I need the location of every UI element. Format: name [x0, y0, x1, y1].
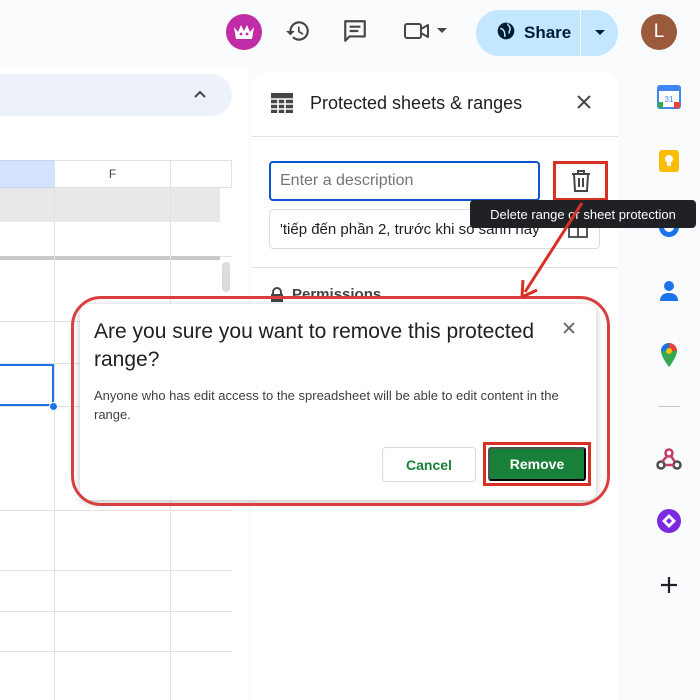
- table-icon: [270, 92, 294, 119]
- grid-line: [0, 651, 232, 652]
- meet-chevron-down-icon[interactable]: [432, 16, 452, 46]
- chevron-up-icon[interactable]: [192, 86, 208, 107]
- divider: [252, 267, 618, 268]
- dialog-title: Are you sure you want to remove this pro…: [94, 320, 535, 371]
- share-label: Share: [524, 23, 572, 42]
- divider: [252, 136, 618, 137]
- add-icon[interactable]: [656, 572, 682, 598]
- panel-title: Protected sheets & ranges: [310, 93, 523, 113]
- close-icon[interactable]: [576, 94, 592, 115]
- keep-icon[interactable]: [656, 148, 682, 174]
- cancel-button[interactable]: Cancel: [382, 447, 476, 482]
- tooltip: Delete range or sheet protection: [470, 200, 696, 228]
- contacts-icon[interactable]: [656, 278, 682, 304]
- webhook-icon[interactable]: [656, 446, 682, 472]
- close-icon[interactable]: [562, 321, 576, 340]
- permissions-label: Permissions: [292, 286, 382, 303]
- description-input[interactable]: [269, 161, 540, 201]
- remove-protection-dialog: Are you sure you want to remove this pro…: [80, 304, 596, 500]
- svg-text:31: 31: [665, 95, 674, 104]
- selected-cell[interactable]: [0, 364, 54, 406]
- comments-icon[interactable]: [340, 16, 370, 46]
- share-main-button[interactable]: Share: [476, 10, 580, 56]
- delete-protection-button[interactable]: [553, 161, 608, 201]
- trash-icon: [571, 170, 590, 192]
- avatar[interactable]: L: [641, 14, 677, 50]
- calendar-icon[interactable]: 31: [656, 84, 682, 110]
- globe-icon: [496, 21, 516, 46]
- addon-icon[interactable]: [656, 508, 682, 534]
- version-history-icon[interactable]: [283, 16, 313, 46]
- grid-line: [0, 570, 232, 571]
- extension-avatar-icon[interactable]: [226, 14, 262, 50]
- formula-bar[interactable]: [0, 74, 232, 116]
- lock-icon: [271, 286, 283, 302]
- frozen-row: [0, 188, 220, 222]
- permissions-row: Permissions: [270, 286, 381, 303]
- top-bar: Share L: [0, 0, 700, 66]
- meet-icon[interactable]: [402, 16, 432, 46]
- grid-line: [0, 510, 232, 511]
- grid-line: [0, 611, 232, 612]
- scrollbar[interactable]: [222, 262, 230, 292]
- fill-handle[interactable]: [49, 402, 58, 411]
- column-header-g[interactable]: [170, 160, 232, 188]
- remove-button[interactable]: Remove: [488, 447, 586, 481]
- divider: [658, 406, 680, 407]
- dialog-message: Anyone who has edit access to the spread…: [94, 388, 559, 422]
- chevron-down-icon: [594, 30, 605, 35]
- column-header-e[interactable]: [0, 160, 55, 188]
- grid-line: [54, 188, 55, 700]
- maps-icon[interactable]: [656, 342, 682, 368]
- share-button[interactable]: Share: [476, 10, 618, 56]
- column-header-f[interactable]: F: [54, 160, 171, 188]
- freeze-divider[interactable]: [0, 256, 220, 260]
- share-dropdown-button[interactable]: [581, 10, 618, 56]
- side-rail: 31: [638, 66, 700, 700]
